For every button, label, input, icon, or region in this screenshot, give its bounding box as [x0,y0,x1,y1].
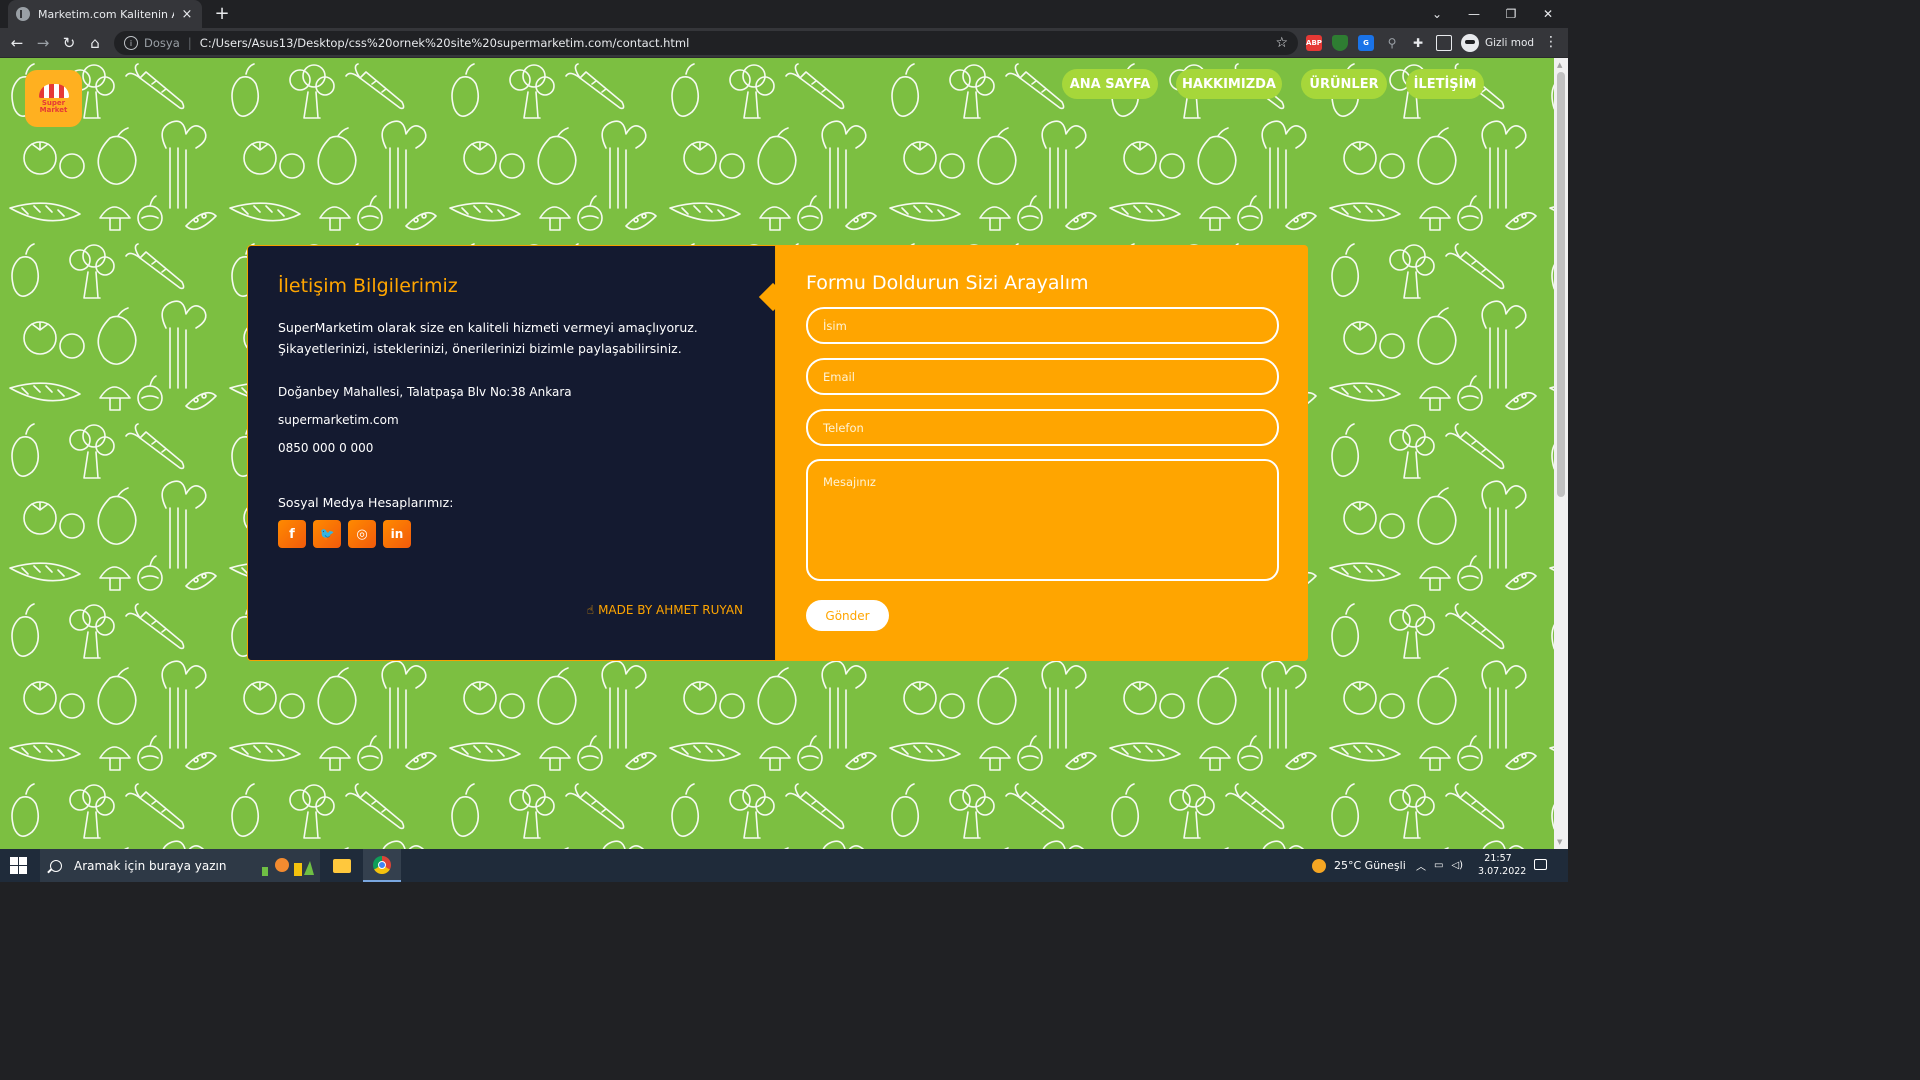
name-placeholder: İsim [823,318,847,333]
phone-text: 0850 000 0 000 [278,441,374,455]
message-field[interactable]: Mesajınız [806,459,1279,581]
close-window-button[interactable]: ✕ [1529,0,1567,28]
message-placeholder: Mesajınız [823,475,876,489]
minimize-button[interactable]: — [1455,0,1493,28]
chrome-icon [373,855,391,874]
contact-card: İletişim Bilgilerimiz SuperMarketim olar… [247,245,1308,661]
facebook-icon[interactable]: f [278,520,306,548]
system-tray-icons[interactable]: ︿ ▭ ◁) [1416,849,1463,882]
email-field[interactable]: Email [806,358,1279,395]
folder-icon [333,858,351,873]
scrollbar-thumb[interactable] [1557,72,1565,497]
weather-widget[interactable]: 25°C Güneşli [1312,849,1406,882]
globe-icon [16,7,30,21]
taskbar-chrome[interactable] [363,849,401,882]
home-icon[interactable]: ⌂ [84,32,106,54]
omnibox-divider: | [187,36,192,50]
contact-intro-text: SuperMarketim olarak size en kaliteli hi… [278,320,698,356]
page-viewport: Super Market ANA SAYFA HAKKIMIZDA ÜRÜNLE… [0,58,1554,849]
made-by-text: MADE BY AHMET RUYAN [598,603,743,617]
logo-line-2: Market [39,105,68,114]
shield-extension-icon[interactable] [1332,35,1348,51]
address-text: Doğanbey Mahallesi, Talatpaşa Blv No:38 … [278,385,572,399]
email-placeholder: Email [823,369,855,384]
hand-pointer-icon: ☝ [586,603,595,617]
info-icon[interactable]: i [124,36,138,50]
name-field[interactable]: İsim [806,307,1279,344]
volume-icon[interactable]: ◁) [1451,860,1463,871]
browser-tab[interactable]: Marketim.com Kalitenin Adresi S × [8,0,202,28]
clock-date: 3.07.2022 [1478,866,1527,877]
made-by-credit[interactable]: ☝ MADE BY AHMET RUYAN [587,603,743,617]
windows-start-icon[interactable] [10,857,27,874]
contact-info-panel: İletişim Bilgilerimiz SuperMarketim olar… [247,245,776,661]
taskbar-search-placeholder: Aramak için buraya yazın [74,858,227,873]
profile-label: Gizli mod [1485,37,1535,49]
scheme-label: Dosya [144,36,180,50]
twitter-icon[interactable]: 🐦 [313,520,341,548]
form-title: Formu Doldurun Sizi Arayalım [806,272,1089,294]
address-bar[interactable]: i Dosya | C:/Users/Asus13/Desktop/css%20… [114,31,1298,55]
close-tab-icon[interactable]: × [180,7,194,22]
instagram-icon[interactable]: ◎ [348,520,376,548]
notification-icon[interactable] [1534,859,1547,870]
windows-taskbar: Aramak için buraya yazın 25°C Güneşli ︿ … [0,849,1568,882]
side-panel-icon[interactable] [1436,35,1452,51]
website-text: supermarketim.com [278,413,399,427]
logo-text: Super Market [39,99,68,114]
phone-field[interactable]: Telefon [806,409,1279,446]
weather-text: 25°C Güneşli [1334,859,1406,872]
clock-time: 21:57 [1484,853,1512,864]
phone-placeholder: Telefon [823,420,864,435]
tab-search-icon[interactable]: ⌄ [1418,0,1456,28]
restore-button[interactable]: ❐ [1492,0,1530,28]
menu-dots-icon[interactable]: ⋮ [1544,34,1558,50]
scroll-up-arrow-icon[interactable]: ▲ [1557,61,1562,69]
taskbar-file-explorer[interactable] [323,849,361,882]
bookmark-star-icon[interactable]: ☆ [1275,35,1288,51]
page-scrollbar[interactable]: ▲ ▼ [1554,58,1568,849]
new-tab-button[interactable]: + [212,3,232,24]
person-extension-icon[interactable]: ⚲ [1384,35,1400,51]
supermarket-logo[interactable]: Super Market [25,70,82,127]
reload-icon[interactable]: ↻ [58,32,80,54]
social-title: Sosyal Medya Hesaplarımız: [278,495,454,510]
search-icon [50,859,62,872]
nav-home[interactable]: ANA SAYFA [1062,69,1158,99]
url-text[interactable]: C:/Users/Asus13/Desktop/css%20ornek%20si… [200,36,1276,50]
linkedin-icon[interactable]: in [383,520,411,548]
back-arrow-icon[interactable]: ← [6,32,28,54]
nav-products[interactable]: ÜRÜNLER [1301,69,1387,99]
taskbar-clock[interactable]: 21:57 3.07.2022 [1478,852,1527,878]
scroll-down-arrow-icon[interactable]: ▼ [1557,838,1562,846]
puzzle-extensions-icon[interactable]: ✚ [1410,35,1426,51]
taskbar-search-box[interactable]: Aramak için buraya yazın [40,849,320,882]
tab-title: Marketim.com Kalitenin Adresi S [38,7,174,21]
nav-about[interactable]: HAKKIMIZDA [1176,69,1282,99]
incognito-profile[interactable]: Gizli mod [1461,32,1534,54]
submit-button[interactable]: Gönder [806,600,889,631]
contact-info-title: İletişim Bilgilerimiz [278,275,458,297]
incognito-icon [1461,34,1479,52]
sun-icon [1312,858,1326,873]
search-highlight-illustration [262,858,314,876]
browser-tab-strip: Marketim.com Kalitenin Adresi S × + ⌄ — … [0,0,1568,28]
browser-toolbar: ← → ↻ ⌂ i Dosya | C:/Users/Asus13/Deskto… [0,28,1568,58]
adblock-extension-icon[interactable]: ABP [1306,35,1322,51]
nav-contact[interactable]: İLETİŞİM [1406,69,1484,99]
forward-arrow-icon[interactable]: → [32,32,54,54]
chevron-up-icon[interactable]: ︿ [1416,858,1426,873]
translate-extension-icon[interactable]: G [1358,35,1374,51]
awning-icon [38,83,69,98]
network-icon[interactable]: ▭ [1434,860,1443,871]
contact-form-panel: Formu Doldurun Sizi Arayalım İsim Email … [776,245,1308,661]
